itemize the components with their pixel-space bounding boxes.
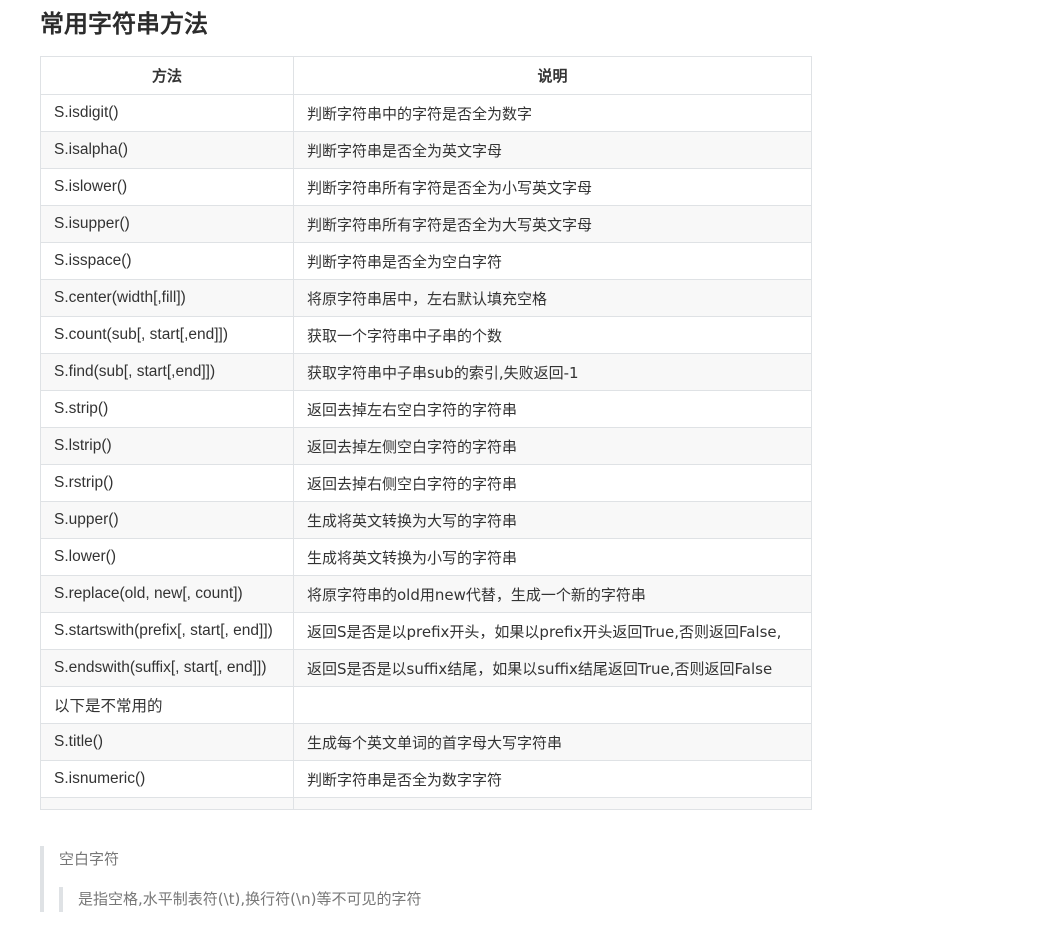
method-cell: S.startswith(prefix[, start[, end]]) [40,612,294,650]
table-row: S.isalpha() 判断字符串是否全为英文字母 [40,131,812,169]
nested-blockquote-text: 是指空格,水平制表符(\t),换行符(\n)等不可见的字符 [78,890,422,908]
table-row: S.startswith(prefix[, start[, end]]) 返回S是… [40,612,812,650]
method-cell: S.find(sub[, start[,end]]) [40,353,294,391]
table-row: S.islower() 判断字符串所有字符是否全为小写英文字母 [40,168,812,206]
string-methods-table: 方法 说明 S.isdigit() 判断字符串中的字符是否全为数字 S.isalph… [40,56,812,810]
method-cell: S.lower() [40,538,294,576]
table-row: S.isdigit() 判断字符串中的字符是否全为数字 [40,94,812,132]
method-cell: S.isnumeric() [40,760,294,798]
table-row: S.isspace() 判断字符串是否全为空白字符 [40,242,812,280]
table-row: S.center(width[,fill]) 将原字符串居中，左右默认填充空格 [40,279,812,317]
method-cell: S.replace(old, new[, count]) [40,575,294,613]
header-method: 方法 [40,56,294,95]
description-cell: 返回S是否是以suffix结尾，如果以suffix结尾返回True,否则返回Fa… [293,649,812,687]
description-cell: 判断字符串所有字符是否全为小写英文字母 [293,168,812,206]
description-cell: 判断字符串所有字符是否全为大写英文字母 [293,205,812,243]
table-row-partial [40,797,812,810]
method-cell: S.rstrip() [40,464,294,502]
table-row: 以下是不常用的 [40,686,812,724]
table-body: S.isdigit() 判断字符串中的字符是否全为数字 S.isalpha() 判断字… [40,94,812,810]
table-row: S.rstrip() 返回去掉右侧空白字符的字符串 [40,464,812,502]
blockquote-text: 空白字符 [59,850,120,868]
table-header-row: 方法 说明 [40,56,812,95]
table-row: S.count(sub[, start[,end]]) 获取一个字符串中子串的个数 [40,316,812,354]
table-row: S.replace(old, new[, count]) 将原字符串的old用ne… [40,575,812,613]
method-cell: 以下是不常用的 [40,686,294,724]
description-cell: 将原字符串的old用new代替，生成一个新的字符串 [293,575,812,613]
description-cell [293,797,812,810]
description-cell: 返回去掉右侧空白字符的字符串 [293,464,812,502]
table-row: S.isupper() 判断字符串所有字符是否全为大写英文字母 [40,205,812,243]
method-cell: S.count(sub[, start[,end]]) [40,316,294,354]
description-cell: 返回去掉左侧空白字符的字符串 [293,427,812,465]
description-cell: 判断字符串是否全为英文字母 [293,131,812,169]
table-row: S.lstrip() 返回去掉左侧空白字符的字符串 [40,427,812,465]
method-cell: S.strip() [40,390,294,428]
method-cell: S.isdigit() [40,94,294,132]
description-cell: 生成将英文转换为大写的字符串 [293,501,812,539]
method-cell: S.center(width[,fill]) [40,279,294,317]
description-cell [293,686,812,724]
description-cell: 获取字符串中子串sub的索引,失败返回-1 [293,353,812,391]
method-cell: S.lstrip() [40,427,294,465]
table-row: S.strip() 返回去掉左右空白字符的字符串 [40,390,812,428]
nested-blockquote: 是指空格,水平制表符(\t),换行符(\n)等不可见的字符 [59,887,421,912]
description-cell: 将原字符串居中，左右默认填充空格 [293,279,812,317]
table-row: S.find(sub[, start[,end]]) 获取字符串中子串sub的索引… [40,353,812,391]
page-title: 常用字符串方法 [40,10,208,38]
description-cell: 判断字符串中的字符是否全为数字 [293,94,812,132]
description-cell: 生成将英文转换为小写的字符串 [293,538,812,576]
method-cell: S.isspace() [40,242,294,280]
table-row: S.endswith(suffix[, start[, end]]) 返回S是否是… [40,649,812,687]
table-row: S.isnumeric() 判断字符串是否全为数字字符 [40,760,812,798]
method-cell: S.isalpha() [40,131,294,169]
table-row: S.title() 生成每个英文单词的首字母大写字符串 [40,723,812,761]
method-cell: S.upper() [40,501,294,539]
method-cell: S.isupper() [40,205,294,243]
description-cell: 生成每个英文单词的首字母大写字符串 [293,723,812,761]
method-cell: S.endswith(suffix[, start[, end]]) [40,649,294,687]
description-cell: 判断字符串是否全为数字字符 [293,760,812,798]
method-cell: S.islower() [40,168,294,206]
table-row: S.upper() 生成将英文转换为大写的字符串 [40,501,812,539]
description-cell: 返回S是否是以prefix开头，如果以prefix开头返回True,否则返回Fa… [293,612,812,650]
table-row: S.lower() 生成将英文转换为小写的字符串 [40,538,812,576]
description-cell: 返回去掉左右空白字符的字符串 [293,390,812,428]
method-cell [40,797,294,810]
header-description: 说明 [293,56,812,95]
description-cell: 判断字符串是否全为空白字符 [293,242,812,280]
blockquote: 空白字符 是指空格,水平制表符(\t),换行符(\n)等不可见的字符 [40,846,800,912]
description-cell: 获取一个字符串中子串的个数 [293,316,812,354]
method-cell: S.title() [40,723,294,761]
